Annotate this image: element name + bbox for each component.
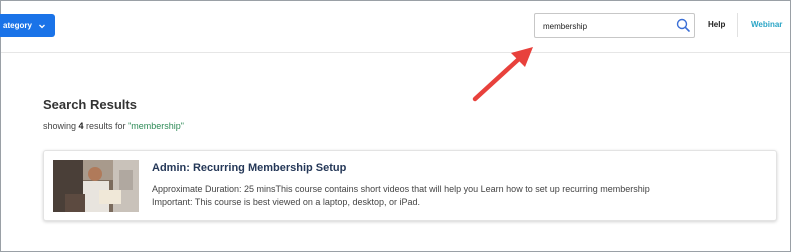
results-summary: showing 4 results for "membership" xyxy=(43,121,184,131)
summary-prefix: showing xyxy=(43,121,79,131)
top-header: ategory Help Webinar xyxy=(0,1,790,53)
header-divider xyxy=(737,13,738,37)
annotation-arrow xyxy=(472,47,533,102)
chevron-down-icon xyxy=(38,22,46,30)
search-box[interactable] xyxy=(534,13,695,38)
course-description: Approximate Duration: 25 minsThis course… xyxy=(152,184,650,207)
course-thumbnail[interactable] xyxy=(53,160,139,212)
category-dropdown-button[interactable]: ategory xyxy=(0,14,55,37)
search-results-heading: Search Results xyxy=(43,97,137,112)
course-title-link[interactable]: Admin: Recurring Membership Setup xyxy=(152,162,346,174)
search-input[interactable] xyxy=(543,19,673,33)
webinar-link[interactable]: Webinar xyxy=(751,20,782,29)
search-icon[interactable] xyxy=(676,18,691,33)
category-button-label: ategory xyxy=(3,21,32,30)
app-window: ategory Help Webinar Search Results show… xyxy=(0,0,791,252)
help-link[interactable]: Help xyxy=(708,20,725,29)
search-query-text: "membership" xyxy=(128,121,184,131)
summary-middle: results for xyxy=(83,121,129,131)
result-card[interactable]: Admin: Recurring Membership Setup Approx… xyxy=(43,150,777,221)
